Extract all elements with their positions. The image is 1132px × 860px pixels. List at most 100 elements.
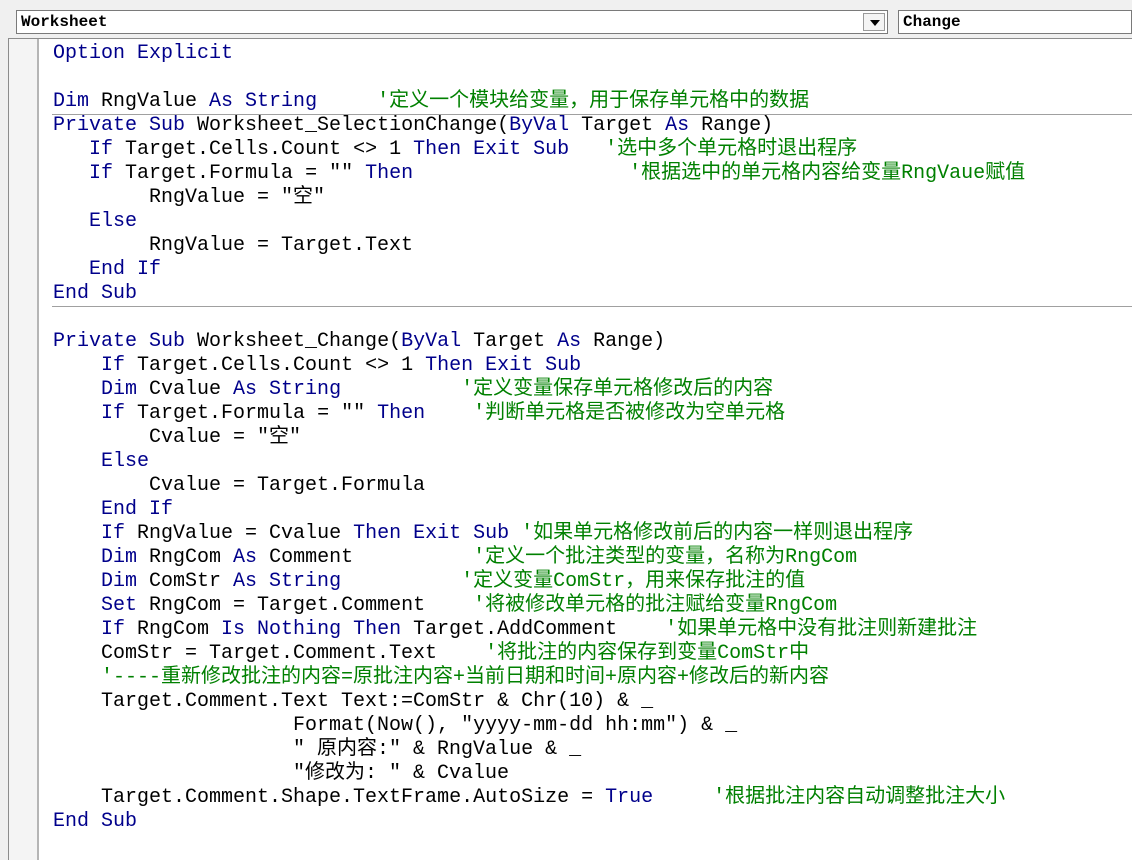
code-comment: '选中多个单元格时退出程序 — [605, 138, 858, 161]
code-line[interactable]: " 原内容:" & RngValue & _ — [53, 738, 1132, 762]
code-line[interactable]: '----重新修改批注的内容=原批注内容+当前日期和时间+原内容+修改后的新内容 — [53, 666, 1132, 690]
code-line[interactable]: Private Sub Worksheet_SelectionChange(By… — [53, 114, 1132, 138]
code-line[interactable]: End If — [53, 258, 1132, 282]
object-dropdown[interactable]: Worksheet — [16, 10, 888, 34]
code-line[interactable]: End If — [53, 498, 1132, 522]
code-editor[interactable]: Option Explicit Dim RngValue As String '定… — [8, 38, 1132, 860]
code-window-toolbar: Worksheet Change — [0, 0, 1132, 38]
code-line[interactable]: If Target.Formula = "" Then '根据选中的单元格内容给… — [53, 162, 1132, 186]
code-keyword: As String — [233, 378, 342, 401]
code-line[interactable]: ComStr = Target.Comment.Text '将批注的内容保存到变… — [53, 642, 1132, 666]
code-text: Target — [569, 114, 666, 137]
code-keyword: Dim — [101, 546, 138, 569]
code-text: Target.Comment.Text Text:=ComStr & Chr(1… — [53, 690, 654, 713]
code-line[interactable] — [53, 66, 1132, 90]
code-keyword: Then — [365, 162, 414, 185]
code-text-area[interactable]: Option Explicit Dim RngValue As String '定… — [53, 42, 1132, 834]
code-line[interactable]: Dim ComStr As String '定义变量ComStr，用来保存批注的… — [53, 570, 1132, 594]
code-keyword: End Sub — [53, 282, 138, 305]
code-text: Cvalue = "空" — [53, 426, 302, 449]
code-text: Worksheet_SelectionChange( — [185, 114, 510, 137]
code-line[interactable]: Dim Cvalue As String '定义变量保存单元格修改后的内容 — [53, 378, 1132, 402]
code-keyword: As String — [209, 90, 318, 113]
code-text: RngValue — [89, 90, 210, 113]
code-comment: '定义一个模块给变量，用于保存单元格中的数据 — [377, 90, 810, 113]
procedure-dropdown[interactable]: Change — [898, 10, 1132, 34]
code-keyword: Dim — [53, 90, 90, 113]
object-dropdown-button[interactable] — [863, 13, 885, 31]
code-text: ComStr — [137, 570, 234, 593]
code-text: Format(Now(), "yyyy-mm-dd hh:mm") & _ — [53, 714, 738, 737]
code-line[interactable]: "修改为: " & Cvalue — [53, 762, 1132, 786]
code-text: RngValue = Cvalue — [125, 522, 354, 545]
code-comment: '定义一个批注类型的变量，名称为RngCom — [473, 546, 858, 569]
code-line[interactable]: Set RngCom = Target.Comment '将被修改单元格的批注赋… — [53, 594, 1132, 618]
code-keyword: Then Exit Sub — [425, 354, 582, 377]
code-line[interactable]: Option Explicit — [53, 42, 1132, 66]
code-line[interactable]: Dim RngValue As String '定义一个模块给变量，用于保存单元… — [53, 90, 1132, 114]
code-line[interactable]: If RngCom Is Nothing Then Target.AddComm… — [53, 618, 1132, 642]
code-line[interactable]: Cvalue = Target.Formula — [53, 474, 1132, 498]
code-keyword: As — [665, 114, 690, 137]
code-text: Target.Cells.Count <> 1 — [113, 138, 414, 161]
procedure-separator — [52, 114, 1132, 115]
code-text: RngCom — [137, 546, 234, 569]
code-text: Target — [461, 330, 558, 353]
code-line[interactable]: Else — [53, 210, 1132, 234]
code-keyword: Private Sub — [53, 114, 186, 137]
code-line[interactable]: If Target.Formula = "" Then '判断单元格是否被修改为… — [53, 402, 1132, 426]
code-line[interactable]: RngValue = Target.Text — [53, 234, 1132, 258]
code-line[interactable]: Else — [53, 450, 1132, 474]
code-line[interactable]: Cvalue = "空" — [53, 426, 1132, 450]
code-line[interactable]: End Sub — [53, 282, 1132, 306]
code-text: RngValue = Target.Text — [53, 234, 414, 257]
code-line[interactable]: If Target.Cells.Count <> 1 Then Exit Sub… — [53, 138, 1132, 162]
code-keyword: True — [605, 786, 654, 809]
code-keyword: End If — [101, 498, 174, 521]
code-line[interactable]: Target.Comment.Text Text:=ComStr & Chr(1… — [53, 690, 1132, 714]
code-line[interactable]: Dim RngCom As Comment '定义一个批注类型的变量，名称为Rn… — [53, 546, 1132, 570]
code-text: " 原内容:" & RngValue & _ — [53, 738, 582, 761]
code-comment: '定义变量保存单元格修改后的内容 — [461, 378, 774, 401]
code-keyword: If — [89, 138, 114, 161]
code-line[interactable]: If RngValue = Cvalue Then Exit Sub '如果单元… — [53, 522, 1132, 546]
code-keyword: As String — [233, 570, 342, 593]
code-comment: '如果单元格修改前后的内容一样则退出程序 — [521, 522, 914, 545]
chevron-down-icon — [870, 20, 880, 26]
code-keyword: ByVal — [401, 330, 462, 353]
code-comment: '根据批注内容自动调整批注大小 — [713, 786, 1006, 809]
code-comment: '如果单元格中没有批注则新建批注 — [665, 618, 978, 641]
code-line[interactable]: RngValue = "空" — [53, 186, 1132, 210]
code-comment: '根据选中的单元格内容给变量RngVaue赋值 — [629, 162, 1026, 185]
margin-indicator-bar[interactable] — [9, 39, 39, 860]
code-line[interactable]: If Target.Cells.Count <> 1 Then Exit Sub — [53, 354, 1132, 378]
code-keyword: End Sub — [53, 810, 138, 833]
code-line[interactable] — [53, 306, 1132, 330]
code-keyword: Then Exit Sub — [413, 138, 570, 161]
code-line[interactable]: Format(Now(), "yyyy-mm-dd hh:mm") & _ — [53, 714, 1132, 738]
code-line[interactable]: Target.Comment.Shape.TextFrame.AutoSize … — [53, 786, 1132, 810]
code-line[interactable]: End Sub — [53, 810, 1132, 834]
code-line[interactable]: Private Sub Worksheet_Change(ByVal Targe… — [53, 330, 1132, 354]
code-text: Target.AddComment — [401, 618, 666, 641]
code-keyword: Private Sub — [53, 330, 186, 353]
object-dropdown-value: Worksheet — [21, 13, 108, 31]
code-keyword: If — [101, 618, 126, 641]
code-comment: '定义变量ComStr，用来保存批注的值 — [461, 570, 806, 593]
code-keyword: If — [101, 402, 126, 425]
code-text: Comment — [257, 546, 474, 569]
code-keyword: Dim — [101, 570, 138, 593]
code-text: Range) — [581, 330, 666, 353]
code-text: Range) — [689, 114, 774, 137]
code-keyword: Then — [377, 402, 426, 425]
code-keyword: If — [101, 354, 126, 377]
code-text: RngCom = Target.Comment — [137, 594, 474, 617]
